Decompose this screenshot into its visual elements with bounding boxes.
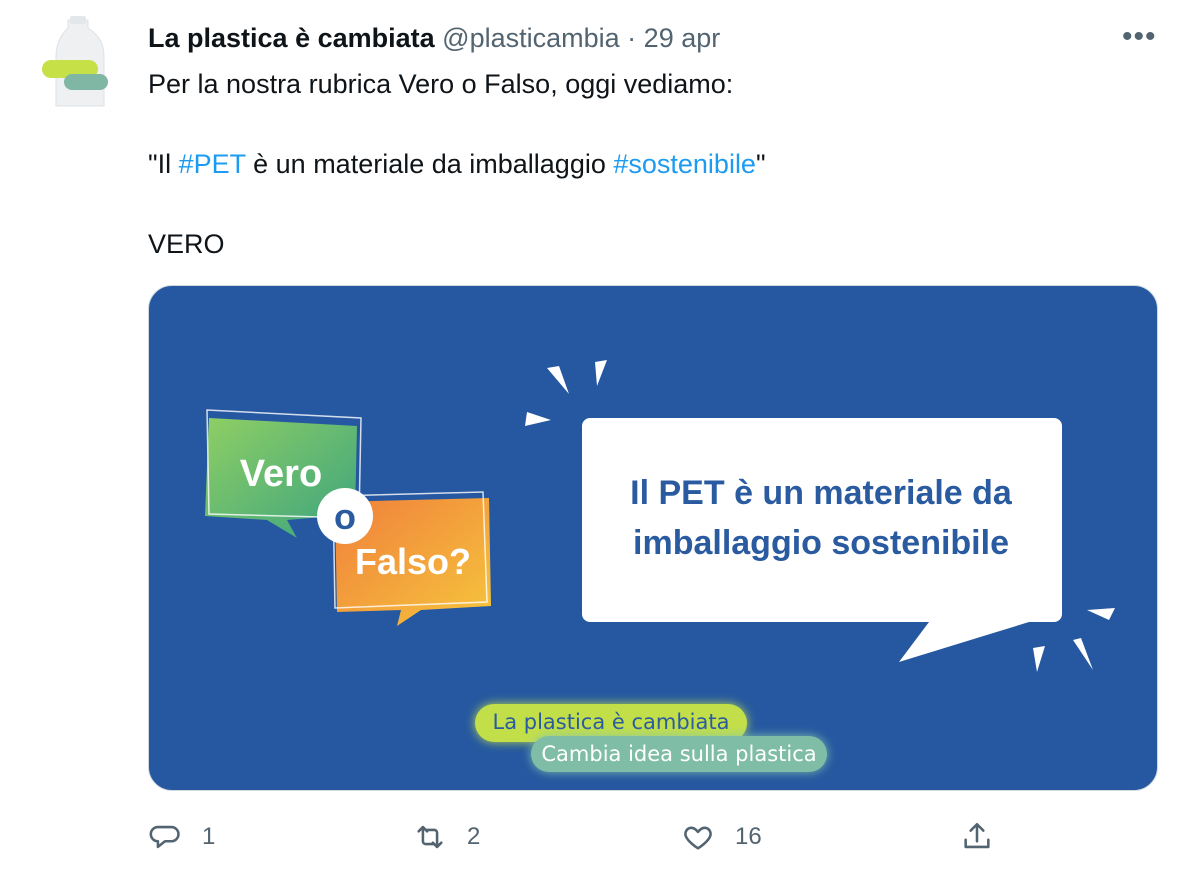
reply-count: 1 (202, 823, 216, 850)
like-count: 16 (735, 823, 762, 850)
tweet-actions: 1 2 16 (0, 812, 1186, 862)
like-button[interactable]: 16 (681, 820, 762, 854)
share-button[interactable] (960, 820, 994, 854)
tweet-date[interactable]: 29 apr (644, 23, 721, 53)
tweet-line: Per la nostra rubrica Vero o Falso, oggi… (148, 69, 734, 99)
tweet-quote-line: "Il #PET è un materiale da imballaggio #… (148, 144, 1148, 184)
pill-group: La plastica è cambiata Cambia idea sulla… (475, 704, 827, 772)
bottle-logo-icon (42, 16, 108, 107)
hashtag-sostenibile[interactable]: #sostenibile (613, 149, 756, 179)
statement-line-1: Il PET è un materiale da (630, 474, 1013, 512)
tweet-header: La plastica è cambiata @plasticambia · 2… (148, 20, 720, 56)
tweet-verdict: VERO (148, 229, 225, 259)
falso-text: Falso? (355, 541, 471, 582)
retweet-button[interactable]: 2 (413, 820, 480, 854)
tweet-media-image[interactable]: Vero Falso? o Il PET è un materiale da i… (148, 285, 1158, 791)
separator: · (627, 23, 637, 53)
pill-plastica-cambiata: La plastica è cambiata (493, 710, 730, 734)
avatar[interactable] (30, 14, 130, 114)
author-name[interactable]: La plastica è cambiata (148, 23, 435, 53)
pill-cambia-idea: Cambia idea sulla plastica (541, 742, 816, 766)
quote-open: "Il (148, 149, 179, 179)
share-icon (964, 822, 990, 849)
retweet-icon (417, 825, 443, 849)
o-circle: o (317, 488, 373, 544)
statement-line-2: imballaggio sostenibile (633, 524, 1009, 562)
more-icon[interactable]: ••• (1122, 22, 1157, 52)
quote-middle: è un materiale da imballaggio (245, 149, 614, 179)
reply-icon (149, 825, 180, 849)
statement-box: Il PET è un materiale da imballaggio sos… (582, 418, 1062, 662)
like-icon (684, 826, 712, 850)
hashtag-pet[interactable]: #PET (179, 149, 246, 179)
author-handle[interactable]: @plasticambia (442, 23, 619, 53)
vero-text: Vero (240, 453, 322, 495)
reply-button[interactable]: 1 (148, 820, 215, 854)
tweet-text: Per la nostra rubrica Vero o Falso, oggi… (148, 64, 1148, 264)
retweet-count: 2 (467, 823, 481, 850)
quote-close: " (755, 149, 766, 179)
o-text: o (334, 496, 356, 537)
